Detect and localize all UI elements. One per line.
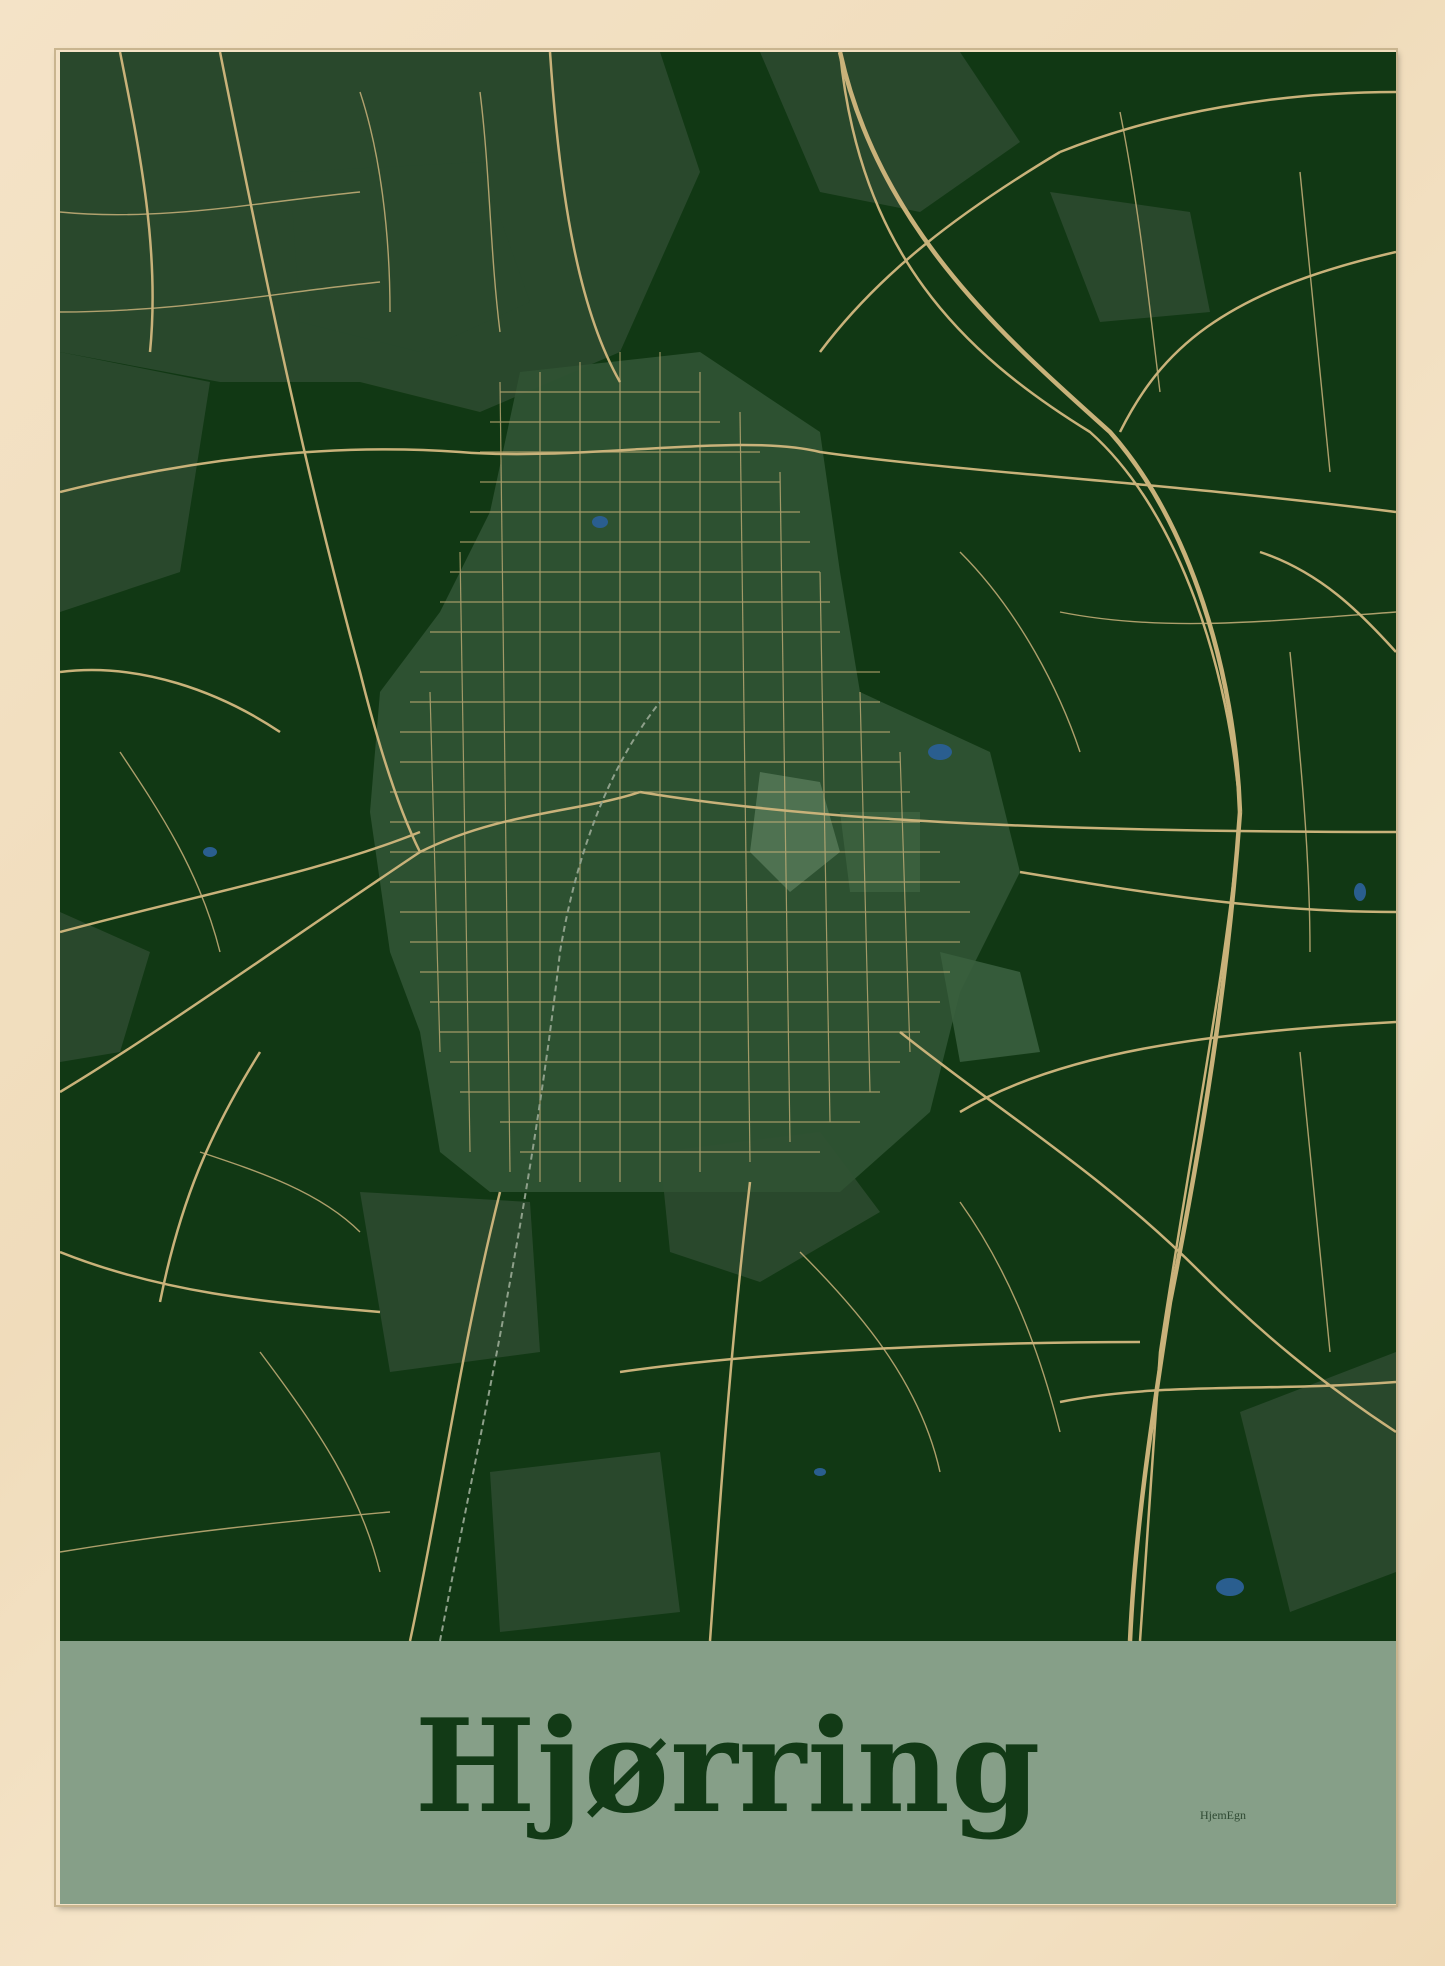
city-title: Hjørring xyxy=(414,1692,1042,1842)
map-poster: Hjørring HjemEgn xyxy=(60,52,1396,1904)
brand-mark: HjemEgn xyxy=(1200,1808,1246,1822)
street-map xyxy=(60,52,1396,1642)
urban-area xyxy=(370,352,1040,1192)
